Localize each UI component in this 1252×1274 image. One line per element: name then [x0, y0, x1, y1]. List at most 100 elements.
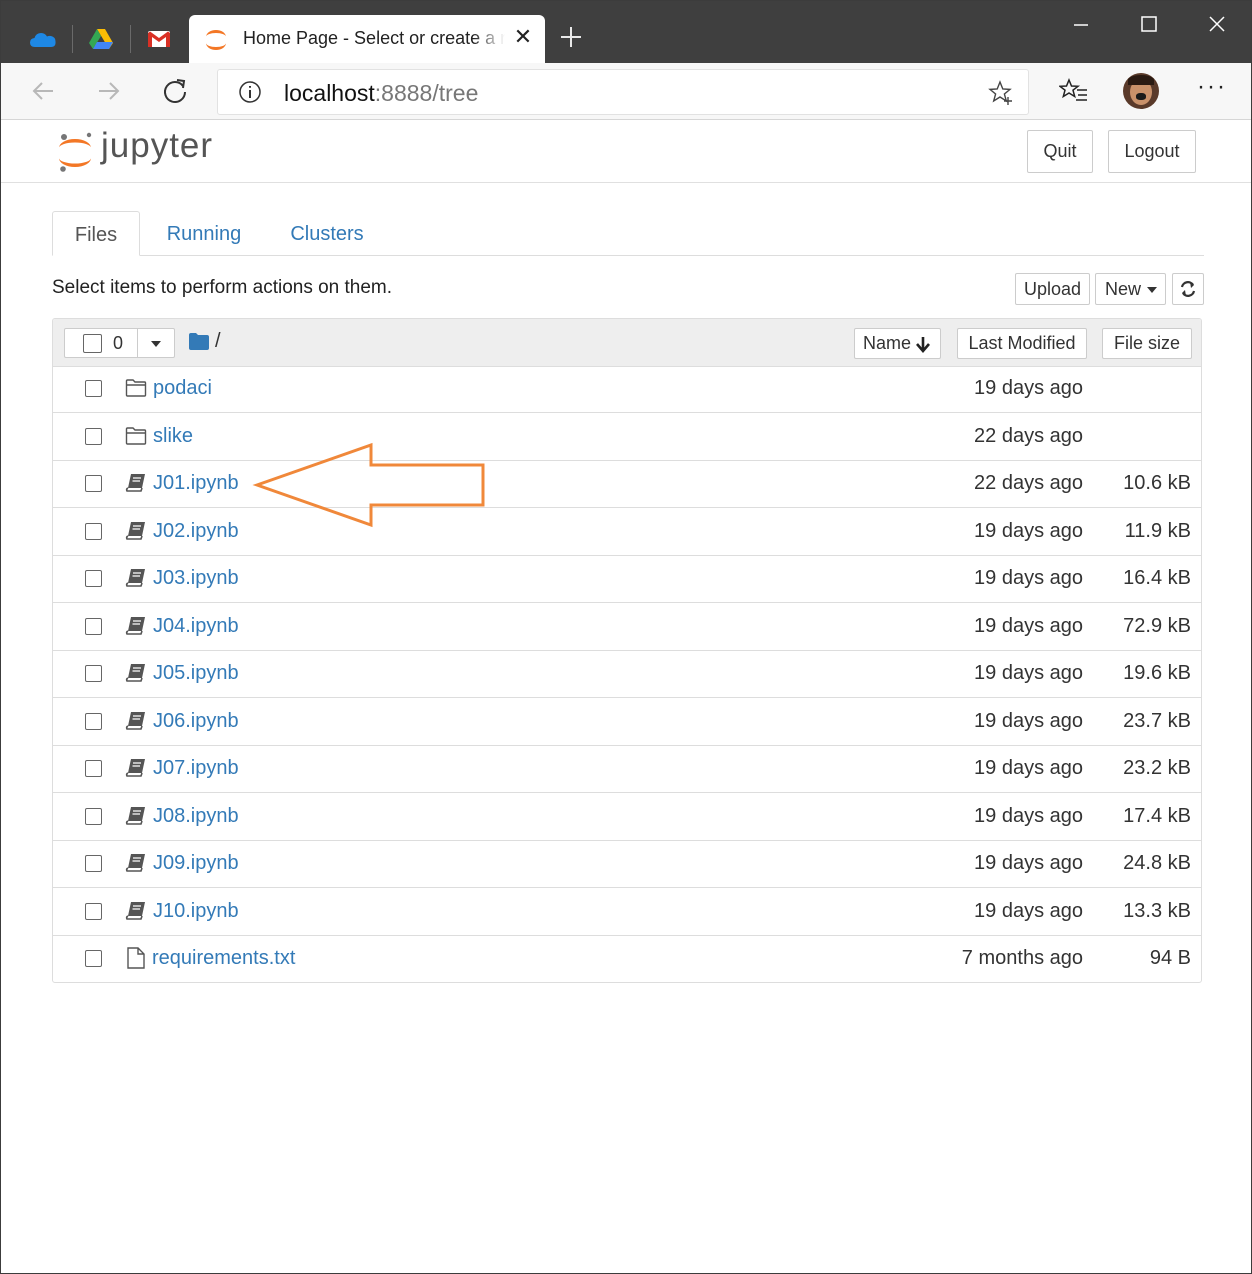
file-row[interactable]: J06.ipynb 19 days ago 23.7 kB [53, 699, 1201, 746]
refresh-icon[interactable] [159, 75, 191, 107]
notebook-icon [125, 806, 145, 825]
file-name-link[interactable]: J10.ipynb [153, 900, 239, 923]
file-row[interactable]: requirements.txt 7 months ago 94 B [53, 936, 1201, 982]
tab-title: Home Page - Select or create a new noteb… [243, 28, 505, 48]
sort-last-modified-button[interactable]: Last Modified [957, 328, 1087, 359]
new-dropdown-button[interactable]: New [1095, 273, 1166, 305]
quit-button[interactable]: Quit [1027, 130, 1093, 173]
favorites-icon[interactable] [1059, 77, 1089, 105]
site-info-icon[interactable] [238, 80, 262, 104]
last-modified: 22 days ago [974, 472, 1083, 494]
close-tab-icon[interactable]: ✕ [511, 25, 535, 49]
forward-icon[interactable] [93, 75, 125, 107]
tab-files[interactable]: Files [52, 211, 140, 256]
notebook-icon [125, 616, 145, 635]
annotation-arrow-icon [252, 442, 485, 528]
avatar[interactable] [1123, 73, 1159, 109]
tab-clusters[interactable]: Clusters [276, 211, 378, 255]
file-row[interactable]: J05.ipynb 19 days ago 19.6 kB [53, 651, 1201, 698]
new-tab-icon[interactable] [557, 23, 585, 51]
row-checkbox[interactable] [85, 427, 102, 445]
file-name-link[interactable]: J09.ipynb [153, 852, 239, 875]
folder-outline-icon [125, 426, 147, 445]
sort-name-button[interactable]: Name [854, 328, 941, 359]
last-modified: 19 days ago [974, 614, 1083, 637]
pinned-tab-onedrive[interactable] [15, 15, 71, 63]
row-checkbox[interactable] [85, 712, 102, 730]
notebook-tabs: Files Running Clusters [52, 211, 1204, 256]
file-name-link[interactable]: J03.ipynb [153, 567, 239, 590]
file-row[interactable]: J03.ipynb 19 days ago 16.4 kB [53, 556, 1201, 603]
jupyter-wordmark[interactable]: jupyter [101, 126, 213, 166]
settings-more-icon[interactable]: ··· [1197, 73, 1227, 101]
selection-menu-button[interactable] [137, 328, 176, 358]
row-checkbox[interactable] [85, 807, 102, 825]
last-modified: 19 days ago [974, 519, 1083, 542]
minimize-icon[interactable] [1059, 11, 1103, 39]
file-size: 19.6 kB [1123, 662, 1191, 684]
browser-window: Home Page - Select or create a new noteb… [0, 0, 1252, 1274]
file-size: 17.4 kB [1123, 804, 1191, 827]
close-window-icon[interactable] [1195, 11, 1239, 39]
file-name-link[interactable]: requirements.txt [152, 947, 295, 970]
file-name-link[interactable]: J01.ipynb [153, 472, 239, 495]
notebook-icon [125, 711, 145, 730]
maximize-icon[interactable] [1127, 11, 1171, 39]
file-row[interactable]: J09.ipynb 19 days ago 24.8 kB [53, 841, 1201, 888]
select-all-group: 0 [64, 328, 175, 358]
favorite-star-icon[interactable] [988, 80, 1014, 106]
row-checkbox[interactable] [85, 380, 102, 397]
file-row[interactable]: J02.ipynb 19 days ago 11.9 kB [53, 509, 1201, 556]
select-all-checkbox[interactable] [83, 334, 102, 353]
sort-file-size-button[interactable]: File size [1102, 328, 1192, 359]
file-row[interactable]: J01.ipynb 22 days ago 10.6 kB [53, 461, 1201, 508]
address-bar[interactable]: localhost:8888/tree [217, 69, 1029, 115]
tab-bar: Home Page - Select or create a new noteb… [1, 1, 1251, 63]
row-checkbox[interactable] [85, 902, 102, 920]
url-text[interactable]: localhost:8888/tree [284, 80, 478, 107]
refresh-list-button[interactable] [1172, 273, 1204, 305]
pinned-tab-gmail[interactable] [131, 15, 187, 63]
row-checkbox[interactable] [85, 570, 102, 587]
file-row[interactable]: J07.ipynb 19 days ago 23.2 kB [53, 746, 1201, 793]
google-drive-icon [89, 29, 113, 49]
row-checkbox[interactable] [85, 950, 102, 967]
row-checkbox[interactable] [85, 760, 102, 777]
row-checkbox[interactable] [85, 617, 102, 635]
jupyter-logo-icon[interactable] [55, 130, 95, 174]
row-checkbox[interactable] [85, 522, 102, 540]
file-name-link[interactable]: J08.ipynb [153, 805, 239, 828]
active-tab[interactable]: Home Page - Select or create a new noteb… [189, 15, 545, 63]
selection-hint: Select items to perform actions on them. [52, 277, 393, 298]
breadcrumb-path[interactable]: / [215, 330, 221, 353]
tab-running[interactable]: Running [152, 211, 256, 255]
file-name-link[interactable]: J04.ipynb [153, 615, 239, 638]
avatar-hair [1128, 75, 1154, 85]
address-toolbar: localhost:8888/tree ··· [1, 63, 1251, 120]
caret-down-icon [1147, 287, 1157, 293]
folder-icon[interactable] [189, 333, 209, 350]
file-name-link[interactable]: J02.ipynb [153, 520, 239, 543]
upload-button[interactable]: Upload [1015, 273, 1090, 305]
file-row[interactable]: J08.ipynb 19 days ago 17.4 kB [53, 794, 1201, 841]
back-icon[interactable] [27, 75, 59, 107]
new-label: New [1105, 279, 1142, 299]
file-name-link[interactable]: podaci [153, 377, 212, 400]
file-name-link[interactable]: J07.ipynb [153, 757, 239, 780]
row-checkbox[interactable] [85, 665, 102, 682]
file-name-link[interactable]: J05.ipynb [153, 662, 239, 685]
caret-down-icon [151, 341, 161, 347]
file-row[interactable]: podaci 19 days ago [53, 366, 1201, 413]
file-row[interactable]: slike 22 days ago [53, 414, 1201, 461]
row-checkbox[interactable] [85, 855, 102, 872]
file-row[interactable]: J10.ipynb 19 days ago 13.3 kB [53, 889, 1201, 936]
last-modified: 19 days ago [974, 709, 1083, 732]
file-name-link[interactable]: J06.ipynb [153, 710, 239, 733]
file-name-link[interactable]: slike [153, 425, 193, 448]
file-row[interactable]: J04.ipynb 19 days ago 72.9 kB [53, 604, 1201, 651]
pinned-tab-drive[interactable] [73, 15, 129, 63]
last-modified: 19 days ago [974, 757, 1083, 779]
row-checkbox[interactable] [85, 475, 102, 492]
logout-button[interactable]: Logout [1108, 130, 1196, 173]
gmail-icon [148, 31, 170, 47]
